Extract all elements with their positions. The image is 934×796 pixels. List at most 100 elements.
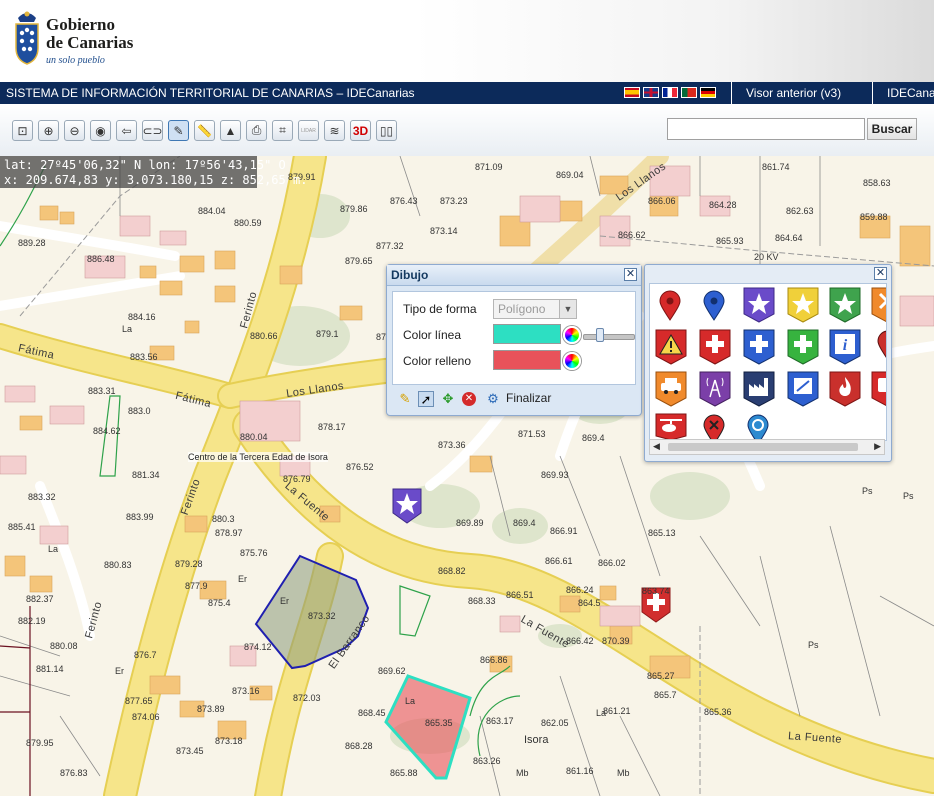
select-arrow-icon[interactable]: ➚ (418, 391, 434, 407)
polygon-2-height: 865.35 (425, 718, 453, 728)
spot-height: 865.27 (647, 671, 675, 681)
finish-icon[interactable]: ⚙ (485, 391, 501, 407)
plus-red-icon[interactable] (699, 329, 731, 365)
lidar-button[interactable]: LIDAR (298, 120, 319, 141)
car-icon[interactable] (655, 371, 687, 407)
spot-height: 870.39 (602, 636, 630, 646)
spot-height: 881.14 (36, 664, 64, 674)
spot-height: 858.63 (863, 178, 891, 188)
header-background (414, 0, 934, 82)
flag-pt-icon[interactable] (681, 87, 697, 98)
fill-color-wheel-icon[interactable] (563, 352, 581, 370)
drawing-dialog-close-icon[interactable]: ✕ (624, 268, 637, 281)
spot-height: 886.48 (87, 254, 115, 264)
star-purple-icon[interactable] (743, 287, 775, 323)
measure-button[interactable]: 📏 (194, 120, 215, 141)
helicopter-icon[interactable] (655, 413, 687, 440)
finish-button[interactable]: Finalizar (506, 391, 551, 405)
spot-height: 869.4 (582, 433, 605, 443)
bus-icon[interactable] (871, 371, 886, 407)
land-label: La (122, 324, 133, 334)
spot-height: 865.36 (704, 707, 732, 717)
antenna-icon[interactable] (699, 371, 731, 407)
zoom-box-button[interactable]: ⊡ (12, 120, 33, 141)
flag-fr-icon[interactable] (662, 87, 678, 98)
spot-height: 883.99 (126, 512, 154, 522)
dark-pin-icon[interactable] (877, 330, 886, 360)
fire-icon[interactable] (829, 371, 861, 407)
factory-icon[interactable] (743, 371, 775, 407)
zoom-in-button[interactable]: ⊕ (38, 120, 59, 141)
spot-height: 863.26 (473, 756, 501, 766)
flag-gb-icon[interactable] (643, 87, 659, 98)
polygon-1-height: 873.32 (308, 611, 336, 621)
plus-blue-icon[interactable] (743, 329, 775, 365)
plus-green-icon[interactable] (787, 329, 819, 365)
blue-pin-icon[interactable] (703, 290, 725, 321)
drawing-actions: ✎ ➚ ✥ ✕ ⚙ Finalizar (387, 385, 641, 413)
line-color-wheel-icon[interactable] (563, 326, 581, 344)
spot-height: 873.45 (176, 746, 204, 756)
flag-de-icon[interactable] (700, 87, 716, 98)
line-color-swatch[interactable] (493, 324, 561, 344)
star-yellow-icon[interactable] (787, 287, 819, 323)
lidar-label: LIDAR (301, 127, 316, 134)
spot-height: 884.04 (198, 206, 226, 216)
site-header: Gobierno de Canarias un solo pueblo (0, 0, 934, 82)
line-width-slider-thumb[interactable] (596, 328, 604, 342)
3d-button[interactable]: 3D (350, 120, 371, 141)
line-width-slider[interactable] (583, 334, 635, 340)
spot-height: 880.66 (250, 331, 278, 341)
search-input[interactable] (667, 118, 865, 140)
warning-icon[interactable] (655, 329, 687, 365)
idecanarias-link[interactable]: IDECana (872, 82, 934, 104)
symbol-palette-scrollbar[interactable]: ◀ ▶ (649, 439, 885, 455)
spot-height: 879.1 (316, 329, 339, 339)
x-pin-icon[interactable] (703, 414, 725, 440)
scroll-thumb[interactable] (668, 443, 858, 451)
search-button[interactable]: Buscar (867, 118, 917, 140)
spot-height: 865.7 (654, 690, 677, 700)
split-view-button[interactable]: ▯▯ (376, 120, 397, 141)
symbol-palette-close-icon[interactable]: ✕ (874, 267, 887, 280)
spot-height: 875.4 (208, 598, 231, 608)
info-icon[interactable]: i (829, 329, 861, 365)
scroll-right-icon[interactable]: ▶ (874, 441, 881, 452)
map-canvas[interactable]: Fátima Fátima Ferinto Ferinto Ferinto Lo… (0, 156, 934, 796)
zoom-out-button[interactable]: ⊖ (64, 120, 85, 141)
flag-es-icon[interactable] (624, 87, 640, 98)
transit-icon[interactable] (787, 371, 819, 407)
scroll-left-icon[interactable]: ◀ (653, 441, 660, 452)
spot-height: 865.88 (390, 768, 418, 778)
globe-button[interactable]: ◉ (90, 120, 111, 141)
org-name-line1: Gobierno (46, 15, 115, 34)
previous-viewer-link[interactable]: Visor anterior (v3) (731, 82, 870, 104)
star-green-icon[interactable] (829, 287, 861, 323)
fill-color-swatch[interactable] (493, 350, 561, 370)
land-label: Mb (617, 768, 630, 778)
spot-height: 868.28 (345, 741, 373, 751)
print-button[interactable]: ⎙ (246, 120, 267, 141)
fill-color-label: Color relleno (403, 354, 472, 368)
admin-boundary (0, 606, 31, 796)
layers-button[interactable]: ≋ (324, 120, 345, 141)
spot-height: 869.4 (513, 518, 536, 528)
coordinates-readout: lat: 27º45'06,32" N lon: 17º56'43,15" O … (0, 156, 307, 188)
link-button[interactable]: ⊂⊃ (142, 120, 163, 141)
red-pin-icon[interactable] (659, 290, 681, 321)
target-pin-icon[interactable] (747, 414, 769, 440)
cross-orange-icon[interactable] (871, 287, 886, 323)
back-button[interactable]: ⇦ (116, 120, 137, 141)
land-label: La (596, 708, 607, 718)
3d-label: 3D (352, 123, 369, 138)
profile-button[interactable]: ▲ (220, 120, 241, 141)
shape-type-select[interactable]: Polígono ▼ (493, 299, 577, 319)
spot-height: 873.14 (430, 226, 458, 236)
pencil-icon[interactable]: ✎ (397, 391, 413, 407)
draw-button[interactable]: ✎ (168, 120, 189, 141)
spot-height: 873.36 (438, 440, 466, 450)
spot-height: 864.5 (578, 598, 601, 608)
move-icon[interactable]: ✥ (440, 391, 456, 407)
crop-button[interactable]: ⌗ (272, 120, 293, 141)
delete-icon[interactable]: ✕ (462, 392, 476, 406)
